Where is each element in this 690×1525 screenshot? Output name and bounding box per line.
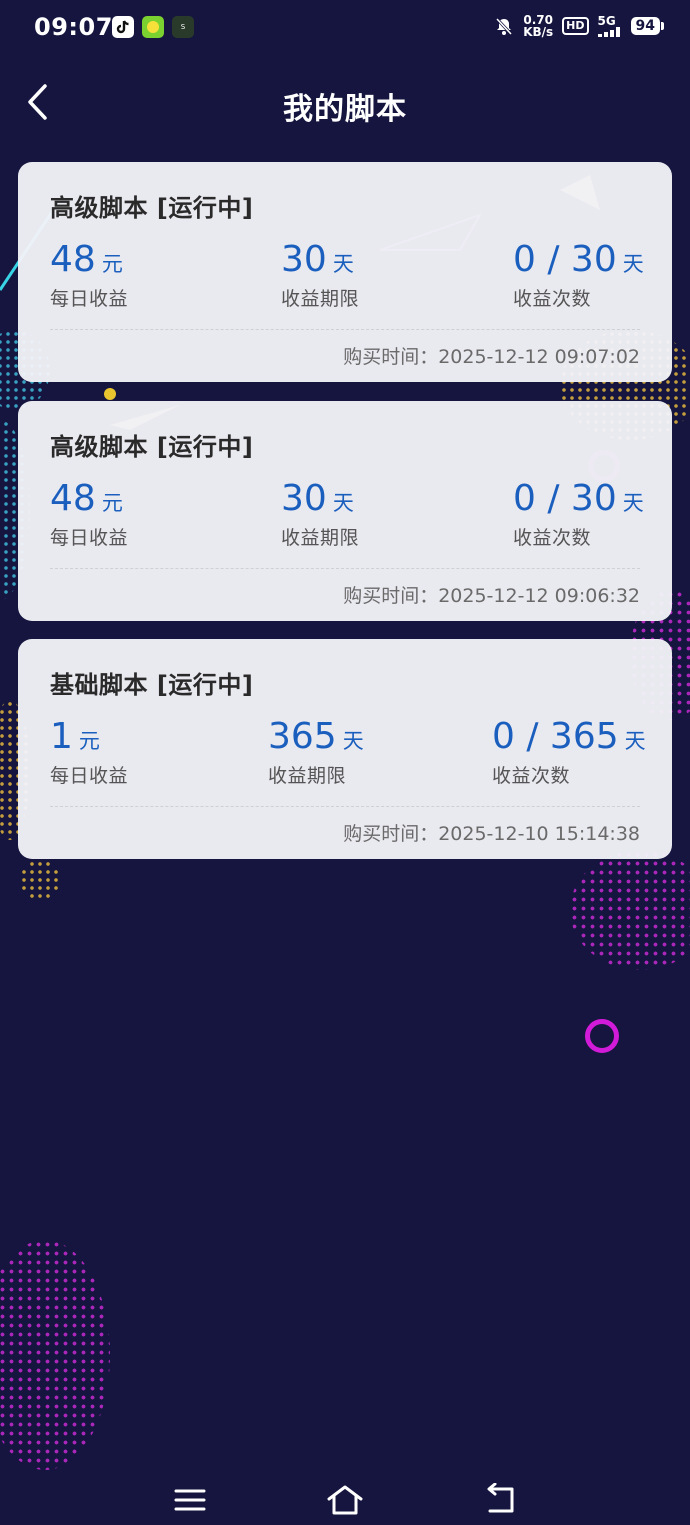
- income-period-label: 收益期限: [268, 765, 347, 787]
- script-card-title: 基础脚本 [运行中]: [50, 671, 254, 699]
- daily-income-unit: 元: [78, 729, 100, 753]
- income-period-unit: 天: [342, 729, 364, 753]
- income-period-unit: 天: [332, 491, 354, 515]
- daily-income-stat: 1元 每日收益: [50, 717, 128, 788]
- income-count-value: 0 / 30: [513, 478, 617, 519]
- menu-icon: [174, 1489, 206, 1511]
- income-period-label: 收益期限: [281, 288, 360, 310]
- mute-bell-icon: [496, 17, 513, 36]
- hd-badge: HD: [562, 17, 589, 35]
- daily-income-value: 48: [50, 478, 96, 519]
- income-count-label: 收益次数: [492, 765, 571, 787]
- network-type: 5G: [597, 13, 616, 28]
- status-right-group: 0.70 KB/s HD 5G 94: [494, 13, 665, 38]
- back-icon: [487, 1482, 514, 1513]
- income-count-value: 0 / 30: [513, 239, 617, 280]
- daily-income-stat: 48 元 每日收益: [50, 240, 128, 311]
- income-period-stat: 30 天 收益期限: [281, 479, 359, 550]
- system-nav-bar: [0, 1475, 690, 1525]
- daily-income-label: 每日收益: [50, 527, 129, 549]
- income-period-value: 30: [281, 239, 327, 280]
- back-nav-button[interactable]: [480, 1482, 520, 1517]
- tiktok-icon: [112, 16, 134, 38]
- income-period-value: 30: [281, 478, 327, 519]
- script-card[interactable]: 高级脚本 [运行中] 48 元 每日收益 30 天 收益期限 0 / 30 天 收益次…: [18, 401, 672, 621]
- status-time: 09:07: [34, 13, 113, 41]
- income-count-unit: 天: [622, 252, 644, 276]
- purchase-time: 购买时间：2025-12-10 15:14:38: [343, 823, 640, 845]
- income-count-label: 收益次数: [513, 527, 592, 549]
- signal-bars-icon: [597, 26, 620, 37]
- status-bar: 09:07 S 0.70 KB/s HD 5G 94: [0, 0, 690, 56]
- income-count-unit: 天: [622, 491, 644, 515]
- income-count-stat: 0 / 365 天 收益次数: [492, 717, 646, 788]
- network-speed: 0.70 KB/s: [523, 14, 553, 38]
- daily-income-stat: 48 元 每日收益: [50, 479, 128, 550]
- page-title: 我的脚本: [283, 92, 407, 127]
- purchase-time: 购买时间：2025-12-12 09:06:32: [343, 585, 640, 607]
- income-count-stat: 0 / 30 天 收益次数: [513, 479, 644, 550]
- income-count-value: 0 / 365: [492, 716, 619, 757]
- card-divider: [50, 568, 640, 569]
- daily-income-value: 1: [50, 716, 73, 757]
- income-period-stat: 365 天 收益期限: [268, 717, 364, 788]
- card-divider: [50, 329, 640, 330]
- battery-indicator: 94: [630, 17, 665, 35]
- income-period-value: 365: [268, 716, 337, 757]
- script-card[interactable]: 基础脚本 [运行中] 1元 每日收益 365 天 收益期限 0 / 365 天 收益…: [18, 639, 672, 859]
- script-card-title: 高级脚本 [运行中]: [50, 194, 254, 222]
- menu-button[interactable]: [170, 1483, 210, 1517]
- card-divider: [50, 806, 640, 807]
- script-card[interactable]: 高级脚本 [运行中] 48 元 每日收益 30 天 收益期限 0 / 30 天 收益次…: [18, 162, 672, 382]
- income-count-label: 收益次数: [513, 288, 592, 310]
- daily-income-label: 每日收益: [50, 288, 129, 310]
- script-card-title: 高级脚本 [运行中]: [50, 433, 254, 461]
- income-period-stat: 30 天 收益期限: [281, 240, 359, 311]
- daily-income-label: 每日收益: [50, 765, 129, 787]
- income-count-stat: 0 / 30 天 收益次数: [513, 240, 644, 311]
- income-period-unit: 天: [332, 252, 354, 276]
- daily-income-unit: 元: [101, 252, 123, 276]
- income-period-label: 收益期限: [281, 527, 360, 549]
- purchase-time: 购买时间：2025-12-12 09:07:02: [343, 346, 640, 368]
- income-count-unit: 天: [624, 729, 646, 753]
- green-app-icon: [142, 16, 164, 38]
- soul-app-icon: S: [172, 16, 194, 38]
- network-speed-unit: KB/s: [523, 25, 554, 39]
- daily-income-value: 48: [50, 239, 96, 280]
- home-icon: [327, 1485, 363, 1515]
- signal-indicator: 5G: [597, 13, 622, 37]
- home-button[interactable]: [325, 1483, 365, 1517]
- daily-income-unit: 元: [101, 491, 123, 515]
- page-header: 我的脚本: [0, 72, 690, 132]
